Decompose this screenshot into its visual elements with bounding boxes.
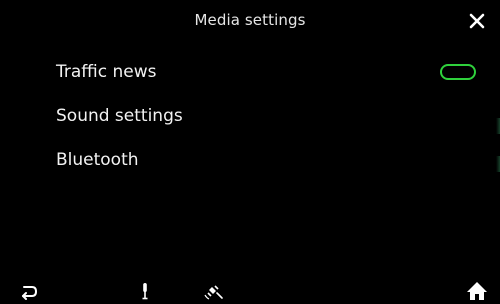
close-icon (469, 13, 485, 29)
bottom-bar (0, 274, 500, 304)
menu-item-label: Traffic news (56, 62, 157, 82)
home-button[interactable] (466, 281, 488, 301)
traffic-news-toggle[interactable] (440, 64, 476, 80)
satellite-icon (204, 285, 223, 300)
scroll-edge-indicator (496, 156, 500, 172)
voice-button[interactable] (140, 282, 150, 300)
menu-item-traffic-news[interactable]: Traffic news (0, 50, 500, 94)
back-icon (22, 286, 38, 300)
menu-item-label: Sound settings (56, 106, 183, 126)
menu-item-label: Bluetooth (56, 150, 139, 170)
menu-item-bluetooth[interactable]: Bluetooth (0, 138, 500, 182)
back-button[interactable] (20, 284, 38, 300)
page-title: Media settings (194, 11, 306, 29)
scroll-edge-indicator (496, 118, 500, 134)
home-icon (467, 282, 487, 300)
settings-menu: Traffic news Sound settings Bluetooth (0, 50, 500, 182)
menu-item-sound-settings[interactable]: Sound settings (0, 94, 500, 138)
header: Media settings (0, 0, 500, 44)
close-button[interactable] (464, 8, 490, 34)
navigation-satellite-button[interactable] (203, 284, 225, 300)
microphone-icon (142, 283, 148, 300)
